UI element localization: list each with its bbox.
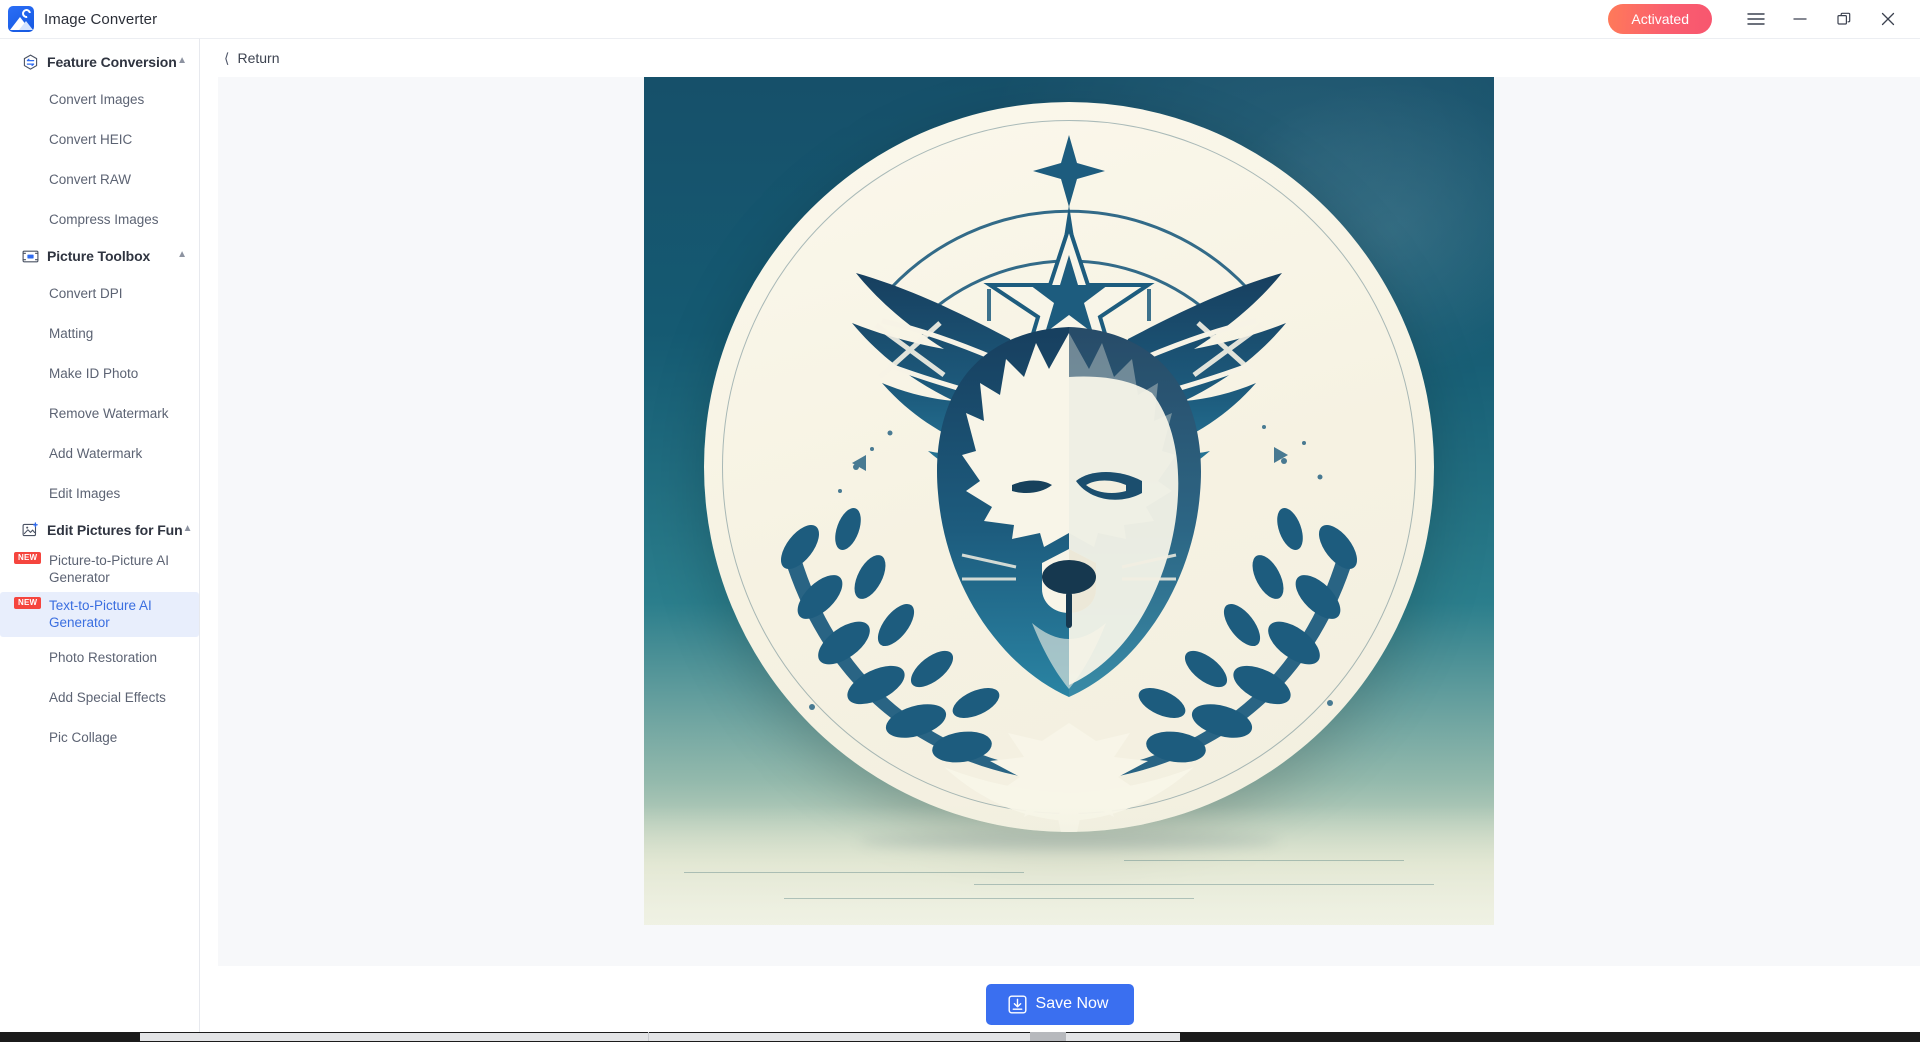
- activated-badge[interactable]: Activated: [1608, 4, 1712, 34]
- window-body: Feature Conversion ▲ Convert Images Conv…: [0, 38, 1920, 1042]
- sidebar-item-label: Edit Images: [49, 485, 121, 501]
- sidebar-item-label: Add Watermark: [49, 445, 143, 461]
- image-converter-logo-icon: [8, 6, 34, 32]
- sidebar-group-label: Edit Pictures for Fun: [47, 522, 183, 538]
- sidebar-item-matting[interactable]: Matting: [0, 313, 199, 353]
- sidebar-item-add-special-effects[interactable]: Add Special Effects: [0, 677, 199, 717]
- sidebar-group-edit-pictures-for-fun[interactable]: Edit Pictures for Fun ▲: [0, 513, 199, 547]
- return-button[interactable]: ⟨ Return: [218, 46, 286, 70]
- sidebar-item-label: Picture-to-Picture AI Generator: [49, 553, 170, 585]
- app-title: Image Converter: [44, 10, 158, 28]
- chevron-up-icon: ▲: [177, 55, 187, 66]
- close-icon[interactable]: [1866, 0, 1910, 38]
- artwork-emblem: [644, 77, 1494, 925]
- content-toolbar: ⟨ Return: [200, 39, 1920, 77]
- sidebar-item-label: Pic Collage: [49, 729, 118, 745]
- sidebar-item-label: Convert DPI: [49, 285, 123, 301]
- sidebar-item-convert-raw[interactable]: Convert RAW: [0, 159, 199, 199]
- edit-pictures-for-fun-icon: [22, 522, 39, 539]
- minimize-icon[interactable]: [1778, 0, 1822, 38]
- taskbar-light-segment: [140, 1033, 1180, 1041]
- chevron-left-icon: ⟨: [224, 50, 230, 66]
- title-bar: Image Converter Activated: [0, 0, 1920, 38]
- sidebar-item-label: Make ID Photo: [49, 365, 139, 381]
- sidebar-group-label: Feature Conversion: [47, 54, 177, 70]
- sidebar-item-label: Convert RAW: [49, 171, 132, 187]
- sidebar-item-label: Convert HEIC: [49, 131, 133, 147]
- sidebar-item-convert-heic[interactable]: Convert HEIC: [0, 119, 199, 159]
- preview-stage: [218, 77, 1920, 966]
- sidebar-item-photo-restoration[interactable]: Photo Restoration: [0, 637, 199, 677]
- feature-conversion-icon: [22, 53, 39, 71]
- sidebar-group-feature-conversion[interactable]: Feature Conversion ▲: [0, 45, 199, 79]
- save-now-label: Save Now: [1035, 995, 1109, 1012]
- chevron-up-icon: ▲: [182, 523, 193, 534]
- sidebar-item-label: Add Special Effects: [49, 689, 166, 705]
- sidebar-group-label: Picture Toolbox: [47, 248, 151, 264]
- sidebar-item-label: Text-to-Picture AI Generator: [49, 598, 152, 630]
- maximize-restore-icon[interactable]: [1822, 0, 1866, 38]
- sidebar-item-compress-images[interactable]: Compress Images: [0, 199, 199, 239]
- sidebar-item-add-watermark[interactable]: Add Watermark: [0, 433, 199, 473]
- sidebar-item-label: Convert Images: [49, 91, 145, 107]
- bottom-taskbar-strip: [0, 1032, 1920, 1042]
- sidebar-item-make-id-photo[interactable]: Make ID Photo: [0, 353, 199, 393]
- save-now-button[interactable]: Save Now: [985, 983, 1135, 1025]
- sidebar: Feature Conversion ▲ Convert Images Conv…: [0, 38, 200, 1042]
- sidebar-item-remove-watermark[interactable]: Remove Watermark: [0, 393, 199, 433]
- content-footer: Save Now: [200, 966, 1920, 1042]
- chevron-up-icon: ▲: [177, 249, 187, 260]
- sidebar-item-text-to-picture-ai-generator[interactable]: NEW Text-to-Picture AI Generator: [0, 592, 199, 637]
- hamburger-menu-icon[interactable]: [1734, 0, 1778, 38]
- sidebar-item-label: Matting: [49, 325, 94, 341]
- picture-toolbox-icon: [22, 248, 39, 265]
- new-badge: NEW: [14, 552, 42, 564]
- window-controls: Activated: [1608, 0, 1920, 38]
- application-window: Image Converter Activated Feature Conver…: [0, 0, 1920, 1042]
- sidebar-item-edit-images[interactable]: Edit Images: [0, 473, 199, 513]
- taskbar-nub: [1030, 1032, 1066, 1041]
- artwork-ground: [644, 805, 1494, 925]
- sidebar-item-pic-collage[interactable]: Pic Collage: [0, 717, 199, 757]
- sidebar-item-label: Compress Images: [49, 211, 159, 227]
- main-content: ⟨ Return Save Now: [200, 38, 1920, 1042]
- sidebar-item-convert-dpi[interactable]: Convert DPI: [0, 273, 199, 313]
- taskbar-seam: [648, 1032, 649, 1041]
- download-icon: [1008, 995, 1027, 1014]
- return-label: Return: [237, 50, 280, 66]
- sidebar-item-label: Photo Restoration: [49, 649, 158, 665]
- sidebar-item-convert-images[interactable]: Convert Images: [0, 79, 199, 119]
- generated-image-preview[interactable]: [644, 77, 1494, 925]
- sidebar-item-picture-to-picture-ai-generator[interactable]: NEW Picture-to-Picture AI Generator: [0, 547, 199, 592]
- sidebar-item-label: Remove Watermark: [49, 405, 169, 421]
- new-badge: NEW: [14, 597, 42, 609]
- sidebar-group-picture-toolbox[interactable]: Picture Toolbox ▲: [0, 239, 199, 273]
